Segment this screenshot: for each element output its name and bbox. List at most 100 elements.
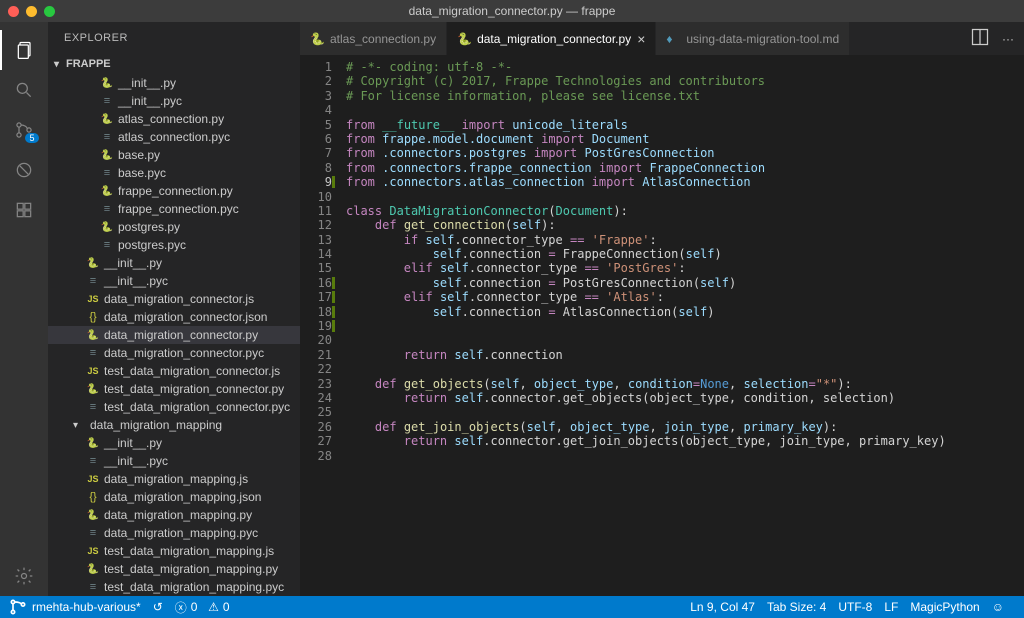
explorer-icon[interactable] [0,30,48,70]
code-line[interactable]: self.connection = FrappeConnection(self) [346,247,1024,261]
code-line[interactable] [346,405,1024,419]
branch-indicator[interactable]: rmehta-hub-various* [8,597,141,617]
file-item[interactable]: ≡data_migration_connector.pyc [48,344,300,362]
file-item[interactable]: {}data_migration_mapping.json [48,488,300,506]
debug-icon[interactable] [0,150,48,190]
file-item[interactable]: JStest_data_migration_mapping.js [48,542,300,560]
code-line[interactable]: def get_connection(self): [346,218,1024,232]
file-item[interactable]: JStest_data_migration_connector.js [48,362,300,380]
code-line[interactable]: return self.connector.get_objects(object… [346,391,1024,405]
file-item[interactable]: 🐍postgres.py [48,218,300,236]
tree-root[interactable]: ▾FRAPPE [48,54,300,74]
editor[interactable]: 1234567891011121314151617181920212223242… [300,55,1024,596]
file-item[interactable]: 🐍__init__.py [48,74,300,92]
file-label: data_migration_connector.py [104,328,258,342]
file-item[interactable]: 🐍test_data_migration_mapping.py [48,560,300,578]
encoding[interactable]: UTF-8 [838,600,872,614]
file-icon: 🐍 [100,112,114,126]
close-window[interactable] [8,6,19,17]
file-item[interactable]: ≡postgres.pyc [48,236,300,254]
code-line[interactable] [346,333,1024,347]
tab[interactable]: 🐍data_migration_connector.py× [447,22,656,55]
line-number: 11 [300,204,332,218]
code-line[interactable] [346,319,1024,333]
code-line[interactable]: elif self.connector_type == 'Atlas': [346,290,1024,304]
problems-indicator[interactable]: ⓧ 0 ⚠ 0 [175,599,230,616]
code-line[interactable]: return self.connection [346,348,1024,362]
tab-size[interactable]: Tab Size: 4 [767,600,826,614]
code-line[interactable] [346,190,1024,204]
file-item[interactable]: 🐍frappe_connection.py [48,182,300,200]
file-item[interactable]: ≡__init__.pyc [48,272,300,290]
language-mode[interactable]: MagicPython [910,600,979,614]
feedback-icon[interactable]: ☺ [992,600,1004,614]
close-icon[interactable]: × [637,31,645,47]
tab-actions: ··· [960,22,1024,55]
code-line[interactable] [346,449,1024,463]
file-item[interactable]: ≡__init__.pyc [48,92,300,110]
file-icon: 🐍 [86,508,100,522]
code-line[interactable] [346,362,1024,376]
search-icon[interactable] [0,70,48,110]
sync-indicator[interactable]: ↺ [153,600,163,614]
code-line[interactable] [346,103,1024,117]
split-editor-icon[interactable] [970,27,990,50]
code-line[interactable]: # For license information, please see li… [346,89,1024,103]
file-label: atlas_connection.py [118,112,224,126]
scm-badge: 5 [25,133,38,143]
code-line[interactable]: self.connection = PostGresConnection(sel… [346,276,1024,290]
file-item[interactable]: JSdata_migration_connector.js [48,290,300,308]
code-line[interactable]: return self.connector.get_join_objects(o… [346,434,1024,448]
code-line[interactable]: if self.connector_type == 'Frappe': [346,233,1024,247]
eol[interactable]: LF [884,600,898,614]
line-number: 7 [300,146,332,160]
tab[interactable]: 🐍atlas_connection.py [300,22,447,55]
line-number: 17 [300,290,332,304]
file-item[interactable]: {}data_migration_connector.json [48,308,300,326]
file-icon: {} [86,310,100,324]
file-item[interactable]: ≡atlas_connection.pyc [48,128,300,146]
file-item[interactable]: 🐍base.py [48,146,300,164]
file-item[interactable]: 🐍__init__.py [48,254,300,272]
line-number: 22 [300,362,332,376]
tab[interactable]: ♦using-data-migration-tool.md [656,22,850,55]
file-item[interactable]: 🐍data_migration_mapping.py [48,506,300,524]
file-item[interactable]: JSdata_migration_mapping.js [48,470,300,488]
code-line[interactable]: # Copyright (c) 2017, Frappe Technologie… [346,74,1024,88]
code-line[interactable]: self.connection = AtlasConnection(self) [346,305,1024,319]
folder-item[interactable]: ▾data_migration_mapping [48,416,300,434]
code-line[interactable]: from .connectors.postgres import PostGre… [346,146,1024,160]
file-item[interactable]: 🐍__init__.py [48,434,300,452]
scm-icon[interactable]: 5 [0,110,48,150]
file-item[interactable]: ≡frappe_connection.pyc [48,200,300,218]
code-line[interactable]: def get_join_objects(self, object_type, … [346,420,1024,434]
settings-icon[interactable] [0,556,48,596]
code-line[interactable]: from frappe.model.document import Docume… [346,132,1024,146]
code-line[interactable]: # -*- coding: utf-8 -*- [346,60,1024,74]
folder-icon: ▾ [72,418,86,432]
file-item[interactable]: ≡base.pyc [48,164,300,182]
file-item[interactable]: 🐍 atlas_connection.py [48,110,300,128]
file-item[interactable]: ≡__init__.pyc [48,452,300,470]
cursor-position[interactable]: Ln 9, Col 47 [690,600,755,614]
extensions-icon[interactable] [0,190,48,230]
code-line[interactable]: from __future__ import unicode_literals [346,118,1024,132]
line-number: 5 [300,118,332,132]
code-line[interactable]: from .connectors.atlas_connection import… [346,175,1024,189]
maximize-window[interactable] [44,6,55,17]
minimize-window[interactable] [26,6,37,17]
more-icon[interactable]: ··· [1002,32,1014,46]
code-line[interactable]: class DataMigrationConnector(Document): [346,204,1024,218]
code-line[interactable]: elif self.connector_type == 'PostGres': [346,261,1024,275]
file-label: postgres.pyc [118,238,186,252]
code-line[interactable]: def get_objects(self, object_type, condi… [346,377,1024,391]
file-item[interactable]: ≡data_migration_mapping.pyc [48,524,300,542]
code-line[interactable]: from .connectors.frappe_connection impor… [346,161,1024,175]
file-item[interactable]: 🐍data_migration_connector.py [48,326,300,344]
code-content[interactable]: # -*- coding: utf-8 -*-# Copyright (c) 2… [346,55,1024,596]
line-number: 9 [300,175,332,189]
file-item[interactable]: 🐍test_data_migration_connector.py [48,380,300,398]
file-item[interactable]: ≡test_data_migration_connector.pyc [48,398,300,416]
file-item[interactable]: ≡test_data_migration_mapping.pyc [48,578,300,596]
file-icon: 🐍 [86,436,100,450]
